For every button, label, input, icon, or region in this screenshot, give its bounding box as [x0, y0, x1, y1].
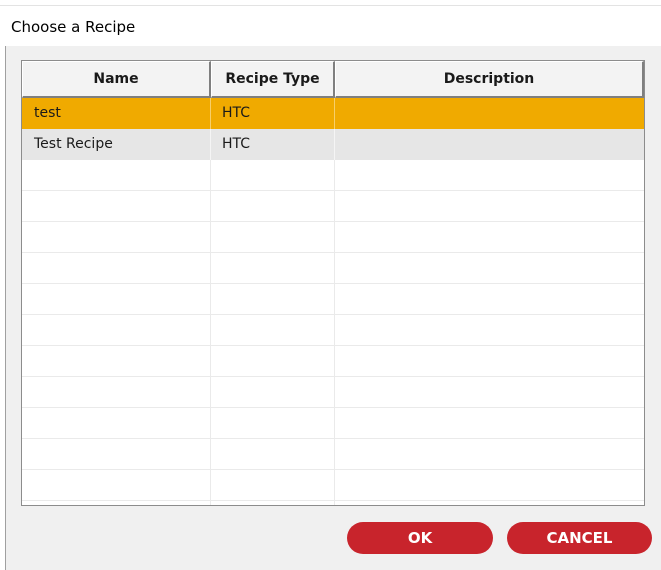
empty-cell: [335, 408, 644, 439]
empty-cell: [211, 439, 335, 470]
empty-table-row: [22, 315, 644, 346]
empty-table-row: [22, 501, 644, 505]
row-description-cell[interactable]: [335, 129, 644, 160]
empty-cell: [22, 377, 211, 408]
table-row[interactable]: test HTC: [22, 98, 644, 129]
empty-cell: [211, 377, 335, 408]
empty-cell: [22, 346, 211, 377]
row-recipe-type-cell[interactable]: HTC: [211, 98, 335, 129]
empty-cell: [335, 501, 644, 505]
empty-cell: [335, 377, 644, 408]
empty-cell: [22, 284, 211, 315]
empty-cell: [211, 191, 335, 222]
empty-cell: [335, 315, 644, 346]
empty-table-row: [22, 160, 644, 191]
empty-cell: [335, 191, 644, 222]
empty-table-row: [22, 470, 644, 501]
empty-cell: [211, 408, 335, 439]
row-name-cell[interactable]: test: [22, 98, 211, 129]
empty-cell: [335, 253, 644, 284]
recipe-table: Name Recipe Type Description test HTC Te…: [21, 60, 645, 506]
empty-cell: [22, 315, 211, 346]
empty-cell: [22, 222, 211, 253]
empty-cell: [335, 284, 644, 315]
empty-table-row: [22, 408, 644, 439]
empty-table-row: [22, 284, 644, 315]
empty-cell: [211, 284, 335, 315]
parent-window-edge-line: [0, 5, 661, 6]
column-header-recipe-type[interactable]: Recipe Type: [211, 61, 335, 98]
dialog-left-edge-line: [5, 46, 6, 570]
empty-cell: [211, 222, 335, 253]
dialog-titlebar: Choose a Recipe: [0, 0, 661, 46]
row-recipe-type-cell[interactable]: HTC: [211, 129, 335, 160]
row-description-cell[interactable]: [335, 98, 644, 129]
dialog-title: Choose a Recipe: [11, 18, 136, 36]
empty-cell: [211, 346, 335, 377]
empty-cell: [22, 253, 211, 284]
empty-cell: [335, 160, 644, 191]
empty-table-row: [22, 439, 644, 470]
column-header-description[interactable]: Description: [335, 61, 644, 98]
empty-table-row: [22, 191, 644, 222]
empty-cell: [22, 439, 211, 470]
ok-button[interactable]: OK: [347, 522, 493, 554]
empty-cell: [335, 222, 644, 253]
choose-recipe-dialog: Choose a Recipe Name Recipe Type Descrip…: [0, 0, 661, 570]
empty-cell: [22, 470, 211, 501]
empty-cell: [22, 408, 211, 439]
empty-cell: [211, 253, 335, 284]
row-name-cell[interactable]: Test Recipe: [22, 129, 211, 160]
empty-cell: [211, 160, 335, 191]
empty-cell: [22, 191, 211, 222]
empty-cell: [22, 501, 211, 505]
empty-cell: [335, 470, 644, 501]
empty-table-row: [22, 377, 644, 408]
empty-cell: [22, 160, 211, 191]
empty-cell: [211, 501, 335, 505]
cancel-button[interactable]: CANCEL: [507, 522, 652, 554]
table-body: test HTC Test Recipe HTC: [22, 98, 644, 505]
empty-cell: [211, 470, 335, 501]
table-header: Name Recipe Type Description: [22, 61, 644, 98]
column-header-name[interactable]: Name: [22, 61, 211, 98]
empty-cell: [335, 346, 644, 377]
empty-table-row: [22, 222, 644, 253]
empty-cell: [211, 315, 335, 346]
empty-table-row: [22, 253, 644, 284]
table-row[interactable]: Test Recipe HTC: [22, 129, 644, 160]
empty-cell: [335, 439, 644, 470]
empty-table-row: [22, 346, 644, 377]
